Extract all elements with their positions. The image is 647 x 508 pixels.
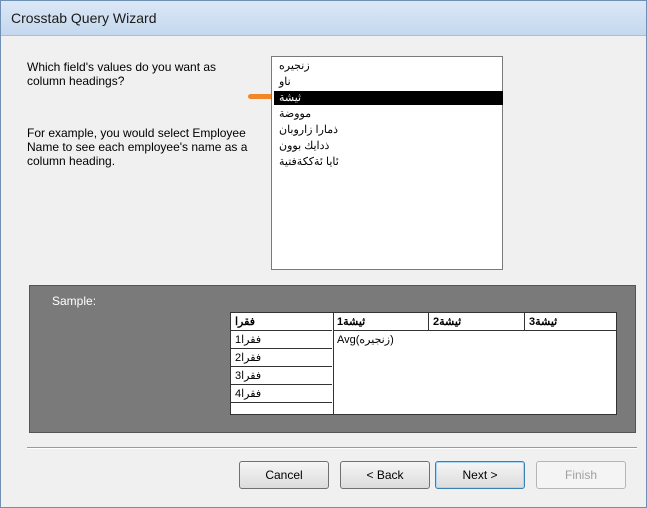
next-button[interactable]: Next > [435,461,525,489]
title-bar[interactable]: Crosstab Query Wizard [1,1,646,36]
window-title: Crosstab Query Wizard [11,10,157,26]
column-header: ثيشة1 [333,313,429,331]
sample-label: Sample: [52,294,97,308]
cancel-button[interactable]: Cancel [239,461,329,489]
field-item[interactable]: ذمارا زاروبان [279,123,497,137]
wizard-window: Crosstab Query Wizard Which field's valu… [0,0,647,508]
field-item-selected[interactable]: ثیشة [274,91,503,105]
field-listbox[interactable]: زنجیرە ناو ثیشة مووضة ذمارا زاروبان ذدای… [271,56,503,270]
row-value: فقرا1 [231,331,332,349]
finish-button[interactable]: Finish [536,461,626,489]
row-value: فقرا3 [231,367,332,385]
question-text: Which field's values do you want as colu… [27,60,217,88]
column-header: ثيشة2 [429,313,525,331]
column-header: ثيشة3 [525,313,616,331]
row-value: فقرا4 [231,385,332,403]
field-item[interactable]: ئایا ئةككةفتية [279,155,497,169]
field-item[interactable]: مووضة [279,107,497,121]
row-value: فقرا2 [231,349,332,367]
back-button[interactable]: < Back [340,461,430,489]
separator [27,447,637,449]
field-item[interactable]: زنجیرە [279,59,497,73]
sample-panel: Sample: فقرا فقرا1 فقرا2 فقرا3 فقرا4 ثيش… [29,285,636,433]
example-text: For example, you would select Employee N… [27,126,248,168]
value-cell: Avg(زنجیرە) [337,334,394,346]
row-header-title: فقرا [231,313,332,331]
sample-grid: فقرا فقرا1 فقرا2 فقرا3 فقرا4 ثيشة1 ثيشة2… [230,312,617,415]
field-item[interactable]: ناو [279,75,497,89]
row-header-column: فقرا فقرا1 فقرا2 فقرا3 فقرا4 [231,313,334,414]
field-item[interactable]: ذدایك بوون [279,139,497,153]
